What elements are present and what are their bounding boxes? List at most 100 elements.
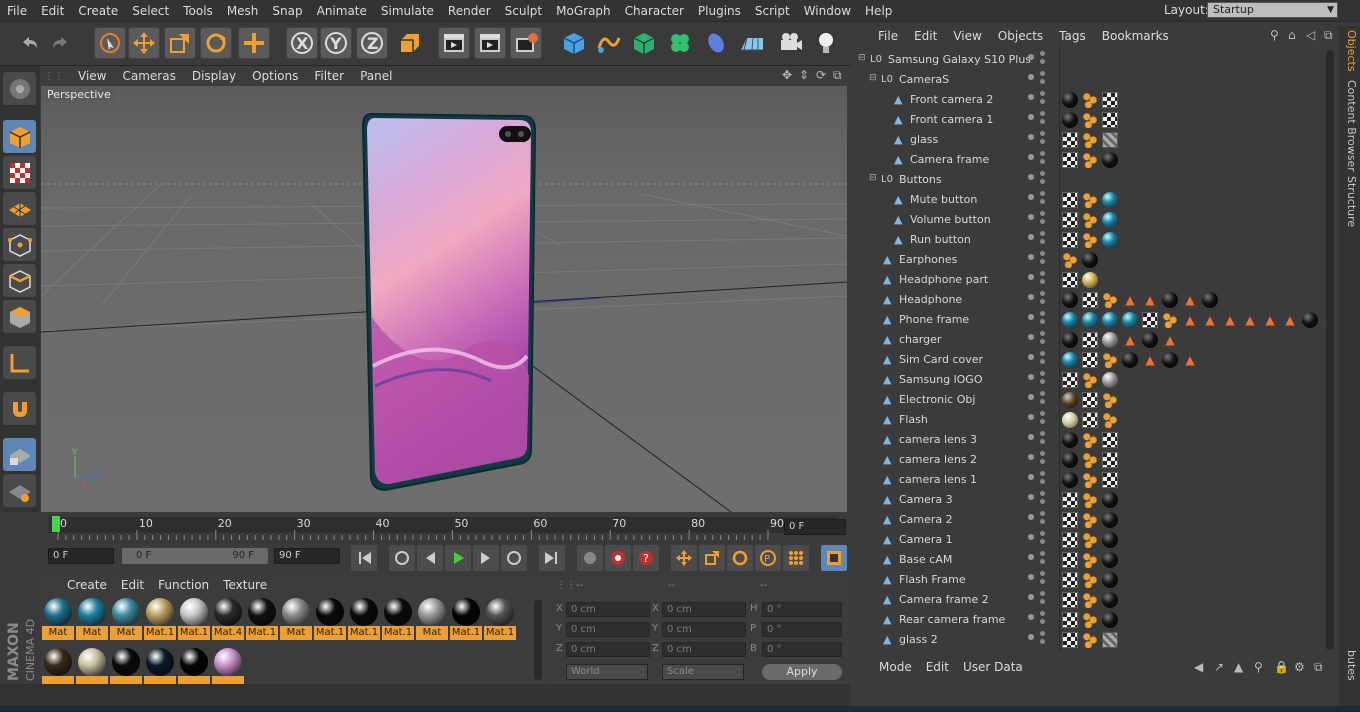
phong-tag-icon[interactable] [1102, 412, 1118, 428]
selection-tag-icon[interactable]: ▲ [1122, 332, 1138, 348]
texture-tag-icon[interactable] [1062, 572, 1078, 588]
render-visibility-dot[interactable] [1040, 619, 1045, 624]
texture-tag-icon[interactable] [1062, 492, 1078, 508]
visibility-dots[interactable] [1028, 51, 1054, 66]
material-tag-icon[interactable] [1102, 592, 1118, 608]
next-frame-button[interactable] [473, 545, 499, 571]
playhead[interactable] [52, 516, 60, 532]
editor-visibility-dot[interactable] [1028, 574, 1034, 580]
deformer-button[interactable] [700, 27, 732, 59]
end-frame-field[interactable]: 90 F [274, 548, 340, 564]
dock-tab-structure[interactable]: Structure [1340, 176, 1358, 227]
material-swatch[interactable]: Mat.1 [348, 598, 380, 642]
material-menu-texture[interactable]: Texture [216, 578, 274, 592]
object-row[interactable]: ▲ Electronic Obj [856, 390, 1326, 410]
render-picture-queue-button[interactable] [474, 27, 506, 59]
object-menu-tags[interactable]: Tags [1051, 29, 1094, 43]
rotate-view-icon[interactable]: ⟳ [816, 68, 826, 82]
viewport-menu-panel[interactable]: Panel [352, 69, 400, 83]
material-tag-icon[interactable] [1102, 532, 1118, 548]
texture-tag-icon[interactable] [1102, 112, 1118, 128]
size-field[interactable]: 0 cm [662, 602, 746, 617]
editor-visibility-dot[interactable] [1028, 54, 1034, 60]
texture-tag-icon[interactable] [1102, 432, 1118, 448]
visibility-dots[interactable] [1028, 411, 1054, 426]
object-row[interactable]: ▲ Front camera 1 [856, 110, 1326, 130]
menu-tools[interactable]: Tools [176, 4, 220, 18]
material-tag-icon[interactable] [1062, 312, 1078, 328]
material-swatch[interactable]: Mat.1 [484, 598, 516, 642]
render-visibility-dot[interactable] [1040, 339, 1045, 344]
visibility-dots[interactable] [1028, 631, 1054, 646]
render-visibility-dot[interactable] [1040, 259, 1045, 264]
material-tag-icon[interactable] [1162, 352, 1178, 368]
floor-button[interactable] [736, 27, 768, 59]
object-name[interactable]: Samsung Galaxy S10 Plus [888, 53, 1031, 66]
light-button[interactable] [810, 27, 842, 59]
render-visibility-dot[interactable] [1040, 159, 1045, 164]
render-visibility-dot[interactable] [1040, 231, 1045, 236]
object-row[interactable]: ▲ Mute button [856, 190, 1326, 210]
rotation-field[interactable]: 0 ° [762, 622, 842, 637]
editor-visibility-dot[interactable] [1028, 394, 1034, 400]
render-visibility-dot[interactable] [1040, 371, 1045, 376]
object-menu-view[interactable]: View [945, 29, 989, 43]
editor-visibility-dot[interactable] [1028, 274, 1034, 280]
material-tag-icon[interactable] [1062, 292, 1078, 308]
menu-sculpt[interactable]: Sculpt [498, 4, 549, 18]
loop-button[interactable] [501, 545, 527, 571]
selection-tag-icon[interactable]: ▲ [1242, 312, 1258, 328]
texture-tag-icon[interactable] [1062, 632, 1078, 648]
render-visibility-dot[interactable] [1040, 591, 1045, 596]
visibility-dots[interactable] [1028, 71, 1054, 86]
render-visibility-dot[interactable] [1040, 179, 1045, 184]
material-tag-icon[interactable] [1102, 312, 1118, 328]
material-tag-icon[interactable] [1062, 472, 1078, 488]
menu-script[interactable]: Script [748, 4, 797, 18]
phong-tag-icon[interactable] [1082, 512, 1098, 528]
render-visibility-dot[interactable] [1040, 71, 1045, 76]
mograph-cloner-button[interactable] [664, 27, 696, 59]
phong-tag-icon[interactable] [1102, 392, 1118, 408]
material-tag-icon[interactable] [1062, 432, 1078, 448]
render-visibility-dot[interactable] [1040, 271, 1045, 276]
render-visibility-dot[interactable] [1040, 251, 1045, 256]
editor-visibility-dot[interactable] [1028, 174, 1034, 180]
object-name[interactable]: Volume button [910, 213, 991, 226]
texture-tag-icon[interactable] [1082, 352, 1098, 368]
texture-tag-icon[interactable] [1062, 592, 1078, 608]
render-visibility-dot[interactable] [1040, 639, 1045, 644]
phong-tag-icon[interactable] [1082, 112, 1098, 128]
render-visibility-dot[interactable] [1040, 191, 1045, 196]
viewport-menu-display[interactable]: Display [184, 69, 244, 83]
selection-tag-icon[interactable]: ▲ [1222, 312, 1238, 328]
parameter-key-button[interactable]: P [755, 545, 781, 571]
phong-tag-icon[interactable] [1082, 372, 1098, 388]
texture-tag-icon[interactable] [1062, 372, 1078, 388]
render-visibility-dot[interactable] [1040, 579, 1045, 584]
phong-tag-icon[interactable] [1082, 152, 1098, 168]
object-row[interactable]: ▲ camera lens 1 [856, 470, 1326, 490]
object-row[interactable]: ▲ Camera 3 [856, 490, 1326, 510]
go-to-start-button[interactable] [351, 545, 377, 571]
texture-tag-icon[interactable] [1062, 192, 1078, 208]
rotation-field[interactable]: 0 ° [762, 642, 842, 657]
axis-tool[interactable] [3, 346, 36, 379]
visibility-dots[interactable] [1028, 451, 1054, 466]
z-axis-button[interactable]: Z [356, 27, 388, 59]
visibility-dots[interactable] [1028, 211, 1054, 226]
glass-material-tag-icon[interactable] [1102, 132, 1118, 148]
visibility-dots[interactable] [1028, 571, 1054, 586]
workplane-tool[interactable] [3, 192, 36, 225]
scale-button[interactable] [164, 27, 196, 59]
render-visibility-dot[interactable] [1040, 491, 1045, 496]
texture-tag-icon[interactable] [1062, 512, 1078, 528]
magnet-tool[interactable] [3, 392, 36, 425]
phong-tag-icon[interactable] [1102, 352, 1118, 368]
object-name[interactable]: glass [910, 133, 938, 146]
render-visibility-dot[interactable] [1040, 479, 1045, 484]
render-view-button[interactable] [438, 27, 470, 59]
render-visibility-dot[interactable] [1040, 91, 1045, 96]
object-row[interactable]: ▲ Camera frame 2 [856, 590, 1326, 610]
object-row[interactable]: ▲ Sim Card cover ▲ ▲ [856, 350, 1326, 370]
